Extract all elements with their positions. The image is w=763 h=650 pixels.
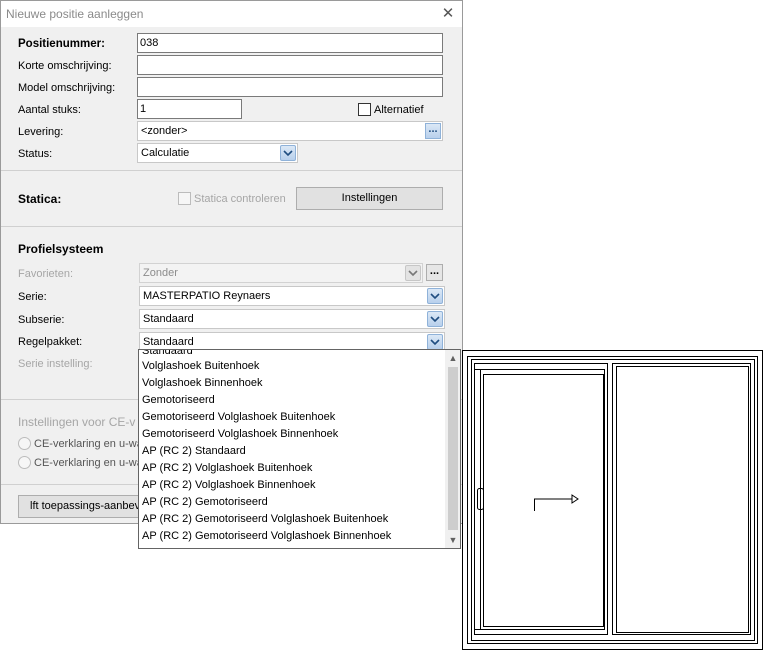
sliding-direction-arrow bbox=[534, 498, 572, 511]
list-item[interactable]: AP (RC 2) Volglashoek Buitenhoek bbox=[142, 462, 312, 474]
title-bar: Nieuwe positie aanleggen ✕ bbox=[1, 1, 462, 27]
chevron-down-icon[interactable] bbox=[280, 145, 296, 161]
aantal-stuks-input[interactable]: 1 bbox=[137, 99, 242, 119]
list-item[interactable]: Volglashoek Binnenhoek bbox=[142, 377, 262, 389]
statica-controleren-label: Statica controleren bbox=[194, 193, 286, 205]
ce-radio-label-2: CE-verklaring en u-wa bbox=[34, 457, 143, 469]
separator bbox=[1, 170, 462, 171]
scroll-up-icon[interactable]: ▲ bbox=[445, 350, 460, 366]
list-item[interactable]: AP (RC 2) Gemotoriseerd Volglashoek Buit… bbox=[142, 513, 388, 525]
alternatief-label: Alternatief bbox=[374, 104, 424, 116]
regelpakket-value: Standaard bbox=[143, 336, 194, 348]
chevron-down-icon[interactable] bbox=[405, 265, 421, 281]
statica-settings-button[interactable]: Instellingen bbox=[296, 187, 443, 210]
alternatief-checkbox[interactable] bbox=[358, 103, 371, 116]
model-omschrijving-label: Model omschrijving: bbox=[18, 82, 116, 94]
ce-radio-option-2[interactable] bbox=[18, 456, 31, 469]
regelpakket-label: Regelpakket: bbox=[18, 336, 83, 348]
list-item[interactable]: AP (RC 2) Standaard bbox=[142, 445, 246, 457]
statica-controleren-checkbox[interactable] bbox=[178, 192, 191, 205]
subserie-value: Standaard bbox=[143, 313, 194, 325]
levering-label: Levering: bbox=[18, 126, 64, 138]
dialog-title: Nieuwe positie aanleggen bbox=[6, 7, 144, 21]
status-label: Status: bbox=[18, 148, 53, 160]
window-drawing-preview bbox=[462, 350, 763, 650]
list-item[interactable]: Volglashoek Buitenhoek bbox=[142, 360, 259, 372]
chevron-down-icon[interactable] bbox=[427, 288, 443, 304]
positienummer-input[interactable]: 038 bbox=[137, 33, 443, 53]
ce-radio-option-1[interactable] bbox=[18, 437, 31, 450]
dropdown-scrollbar[interactable]: ▲ ▼ bbox=[445, 350, 460, 548]
serie-instelling-label: Serie instelling: bbox=[18, 358, 93, 370]
favorieten-value: Zonder bbox=[143, 267, 178, 279]
profielsysteem-title: Profielsysteem bbox=[18, 242, 104, 256]
list-item[interactable]: AP (RC 2) Gemotoriseerd bbox=[142, 496, 268, 508]
levering-browse-button[interactable]: ... bbox=[425, 123, 441, 139]
ce-radio-label-1: CE-verklaring en u-wa bbox=[34, 438, 143, 450]
levering-value: <zonder> bbox=[141, 125, 188, 137]
serie-value: MASTERPATIO Reynaers bbox=[143, 290, 271, 302]
list-item[interactable]: Gemotoriseerd bbox=[142, 394, 215, 406]
statica-title: Statica: bbox=[18, 192, 62, 206]
ce-settings-title: Instellingen voor CE-v bbox=[18, 415, 136, 429]
chevron-down-icon[interactable] bbox=[427, 311, 443, 327]
list-item[interactable]: Gemotoriseerd Volglashoek Buitenhoek bbox=[142, 411, 335, 423]
scroll-thumb[interactable] bbox=[448, 367, 458, 530]
favorieten-more-button[interactable]: ... bbox=[426, 264, 443, 281]
serie-label: Serie: bbox=[18, 291, 47, 303]
list-item[interactable]: Gemotoriseerd Volglashoek Binnenhoek bbox=[142, 428, 338, 440]
close-icon[interactable]: ✕ bbox=[438, 4, 458, 24]
status-select[interactable]: Calculatie bbox=[137, 143, 298, 163]
model-omschrijving-input[interactable] bbox=[137, 77, 443, 97]
list-item[interactable]: AP (RC 2) Gemotoriseerd Volglashoek Binn… bbox=[142, 530, 391, 542]
dropdown-item-partial[interactable]: Standaard bbox=[142, 350, 193, 357]
aantal-stuks-label: Aantal stuks: bbox=[18, 104, 81, 116]
toepassings-aanbeveling-button[interactable]: lft toepassings-aanbevel bbox=[18, 495, 139, 518]
list-item[interactable]: AP (RC 2) Volglashoek Binnenhoek bbox=[142, 479, 315, 491]
regelpakket-dropdown-list[interactable]: Standaard Volglashoek Buitenhoek Volglas… bbox=[138, 349, 461, 549]
favorieten-label: Favorieten: bbox=[18, 268, 74, 280]
subserie-select[interactable]: Standaard bbox=[139, 309, 445, 329]
positienummer-label: Positienummer: bbox=[18, 38, 105, 50]
korte-omschrijving-input[interactable] bbox=[137, 55, 443, 75]
left-sash-glass-inner bbox=[483, 374, 604, 627]
arrow-head-icon bbox=[571, 494, 579, 504]
chevron-down-icon[interactable] bbox=[427, 334, 443, 350]
right-panel-glass bbox=[616, 366, 749, 633]
scroll-down-icon[interactable]: ▼ bbox=[445, 532, 460, 548]
separator bbox=[1, 226, 462, 227]
right-fixed-panel bbox=[612, 363, 751, 635]
serie-select[interactable]: MASTERPATIO Reynaers bbox=[139, 286, 445, 306]
status-value: Calculatie bbox=[141, 147, 190, 159]
subserie-label: Subserie: bbox=[18, 314, 65, 326]
korte-omschrijving-label: Korte omschrijving: bbox=[18, 60, 112, 72]
levering-field[interactable]: <zonder> ... bbox=[137, 121, 443, 141]
favorieten-select[interactable]: Zonder bbox=[139, 263, 423, 283]
